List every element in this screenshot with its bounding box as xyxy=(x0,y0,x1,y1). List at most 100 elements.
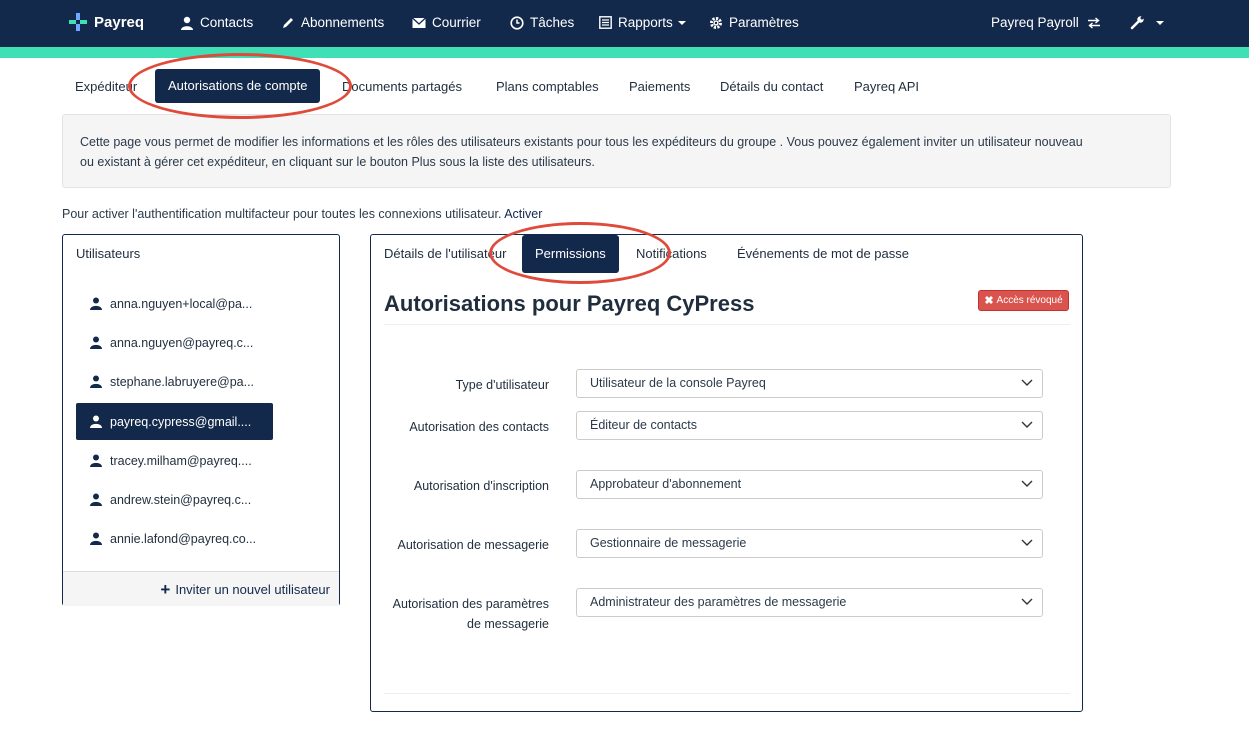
user-list-item[interactable]: annie.lafond@payreq.co... xyxy=(76,520,273,557)
messaging-permission-value: Gestionnaire de messagerie xyxy=(590,536,747,550)
info-box: Cette page vous permet de modifier les i… xyxy=(62,114,1171,188)
user-icon xyxy=(181,16,193,30)
subscription-permission-value: Approbateur d'abonnement xyxy=(590,477,742,491)
tools-menu[interactable] xyxy=(1130,15,1164,30)
user-type-select[interactable]: Utilisateur de la console Payreq xyxy=(576,369,1043,398)
chevron-down-icon xyxy=(1021,539,1033,546)
nav-taches[interactable]: Tâches xyxy=(510,15,574,30)
user-type-value: Utilisateur de la console Payreq xyxy=(590,376,766,390)
clock-icon xyxy=(510,15,524,30)
access-revoked-button[interactable]: ✖ Accès révoqué xyxy=(978,290,1069,311)
plus-icon: + xyxy=(160,580,171,599)
divider xyxy=(384,324,1070,325)
tab-documents-partages[interactable]: Documents partagés xyxy=(342,79,462,94)
tab-notifications[interactable]: Notifications xyxy=(636,246,707,261)
chevron-down-icon xyxy=(1021,598,1033,605)
payreq-logo-icon xyxy=(69,13,87,31)
envelope-icon xyxy=(412,17,426,28)
tab-paiements[interactable]: Paiements xyxy=(629,79,690,94)
invite-user-label: Inviter un nouvel utilisateur xyxy=(175,582,330,597)
report-icon xyxy=(599,16,612,29)
permissions-title: Autorisations pour Payreq CyPress xyxy=(384,291,755,316)
chevron-down-icon xyxy=(1021,421,1033,428)
contacts-permission-value: Éditeur de contacts xyxy=(590,418,698,432)
nav-courrier-label: Courrier xyxy=(432,15,481,30)
contacts-permission-select[interactable]: Éditeur de contacts xyxy=(576,411,1043,440)
user-icon xyxy=(90,454,102,467)
user-list-item[interactable]: andrew.stein@payreq.c... xyxy=(76,481,273,518)
chevron-down-icon xyxy=(1021,480,1033,487)
user-icon xyxy=(90,532,102,545)
nav-rapports-label: Rapports xyxy=(618,15,673,30)
nav-courrier[interactable]: Courrier xyxy=(412,15,481,30)
user-icon xyxy=(90,415,102,428)
mfa-activate-link[interactable]: Activer xyxy=(504,207,542,221)
mfa-notice: Pour activer l'authentification multifac… xyxy=(62,207,542,221)
tab-password-events[interactable]: Événements de mot de passe xyxy=(737,246,909,261)
tab-permissions[interactable]: Permissions xyxy=(522,235,619,273)
account-name: Payreq Payroll xyxy=(991,15,1079,30)
invite-user-button[interactable]: + Inviter un nouvel utilisateur xyxy=(160,580,330,599)
messaging-settings-permission-value: Administrateur des paramètres de message… xyxy=(590,595,847,609)
contacts-permission-label: Autorisation des contacts xyxy=(409,420,549,434)
tab-plans-comptables[interactable]: Plans comptables xyxy=(496,79,599,94)
user-email: tracey.milham@payreq.... xyxy=(110,453,252,468)
user-list-item[interactable]: tracey.milham@payreq.... xyxy=(76,442,273,479)
user-email: andrew.stein@payreq.c... xyxy=(110,492,252,507)
subscription-permission-select[interactable]: Approbateur d'abonnement xyxy=(576,470,1043,499)
top-navbar: Payreq Contacts Abonnements Courrier Tâc… xyxy=(0,0,1249,47)
user-list-item[interactable]: anna.nguyen@payreq.c... xyxy=(76,324,273,361)
tab-expediteur[interactable]: Expéditeur xyxy=(75,79,137,94)
nav-contacts[interactable]: Contacts xyxy=(180,15,253,30)
user-icon xyxy=(90,336,102,349)
user-email: payreq.cypress@gmail.... xyxy=(110,414,252,429)
subscription-permission-label: Autorisation d'inscription xyxy=(413,479,549,493)
messaging-settings-permission-label: Autorisation des paramètres de messageri… xyxy=(392,597,549,631)
nav-taches-label: Tâches xyxy=(530,15,575,30)
permissions-panel: Détails de l'utilisateur Permissions Not… xyxy=(370,234,1083,712)
nav-abonnements[interactable]: Abonnements xyxy=(281,15,384,30)
navbar-accent-bar xyxy=(0,47,1249,58)
access-revoked-label: Accès révoqué xyxy=(996,295,1063,306)
info-line-1: Cette page vous permet de modifier les i… xyxy=(80,135,1083,149)
user-list-item[interactable]: anna.nguyen+local@pa... xyxy=(76,285,273,322)
nav-parametres[interactable]: Paramètres xyxy=(709,15,799,30)
chevron-down-icon xyxy=(677,20,686,25)
users-panel-footer: + Inviter un nouvel utilisateur xyxy=(63,571,339,606)
tab-payreq-api[interactable]: Payreq API xyxy=(854,79,919,94)
user-email: stephane.labruyere@pa... xyxy=(110,374,255,389)
user-list-item[interactable]: stephane.labruyere@pa... xyxy=(76,363,273,400)
tab-details-contact[interactable]: Détails du contact xyxy=(720,79,823,94)
nav-abonnements-label: Abonnements xyxy=(301,15,385,30)
user-type-label: Type d'utilisateur xyxy=(455,378,549,392)
chevron-down-icon xyxy=(1021,379,1033,386)
brand-logo[interactable]: Payreq xyxy=(68,12,144,32)
tab-autorisations-compte[interactable]: Autorisations de compte xyxy=(155,69,321,103)
info-line-2: ou existant à gérer cet expéditeur, en c… xyxy=(80,155,595,169)
users-panel: Utilisateurs anna.nguyen+local@pa... ann… xyxy=(62,234,340,606)
chevron-down-icon xyxy=(1156,20,1164,25)
tab-user-details[interactable]: Détails de l'utilisateur xyxy=(384,246,506,261)
nav-rapports[interactable]: Rapports xyxy=(599,15,686,30)
user-list-item-selected[interactable]: payreq.cypress@gmail.... xyxy=(76,403,273,440)
switch-arrows-icon xyxy=(1087,16,1100,29)
user-icon xyxy=(90,375,102,388)
user-email: anna.nguyen+local@pa... xyxy=(110,296,253,311)
messaging-settings-permission-select[interactable]: Administrateur des paramètres de message… xyxy=(576,588,1043,617)
divider xyxy=(384,693,1070,694)
account-switcher[interactable]: Payreq Payroll xyxy=(991,15,1101,30)
user-email: annie.lafond@payreq.co... xyxy=(110,531,257,546)
close-icon: ✖ xyxy=(984,295,994,307)
messaging-permission-select[interactable]: Gestionnaire de messagerie xyxy=(576,529,1043,558)
user-icon xyxy=(90,297,102,310)
user-email: anna.nguyen@payreq.c... xyxy=(110,335,254,350)
pencil-icon xyxy=(283,17,293,28)
nav-contacts-label: Contacts xyxy=(200,15,254,30)
nav-parametres-label: Paramètres xyxy=(729,15,799,30)
gear-icon xyxy=(710,16,722,29)
user-icon xyxy=(90,493,102,506)
mfa-text: Pour activer l'authentification multifac… xyxy=(62,207,505,221)
wrench-icon xyxy=(1130,16,1144,30)
brand-name: Payreq xyxy=(94,13,145,31)
messaging-permission-label: Autorisation de messagerie xyxy=(397,538,549,552)
